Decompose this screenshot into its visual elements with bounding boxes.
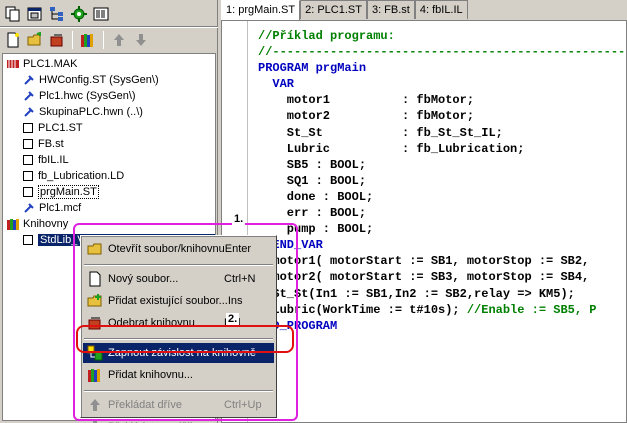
tree-item-plc1-st[interactable]: PLC1.ST xyxy=(23,120,83,136)
code-line: motor1 : fbMotor; xyxy=(258,93,475,108)
arrow-up-icon[interactable] xyxy=(109,30,129,50)
code-line: Lubric : fb_Lubrication; xyxy=(258,141,525,156)
code-line: SQ1 : BOOL; xyxy=(258,173,367,188)
tab-prgmain[interactable]: 1: prgMain.ST xyxy=(221,0,301,20)
tree-item-hwn[interactable]: SkupinaPLC.hwn (..\) xyxy=(23,104,143,120)
file-toolbar xyxy=(0,28,218,52)
file-icon xyxy=(23,171,33,181)
file-icon xyxy=(23,123,33,133)
tab-fbil[interactable]: 4: fbIL.IL xyxy=(414,0,468,19)
tree-item-label: Plc1.hwc (SysGen\) xyxy=(39,90,136,102)
code-line: //--------------------------------------… xyxy=(258,45,626,60)
tree-item-label: PLC1.ST xyxy=(38,122,83,134)
tree-libraries-label: Knihovny xyxy=(23,218,69,230)
tree-item-label: SkupinaPLC.hwn (..\) xyxy=(39,106,143,118)
file-icon xyxy=(23,155,33,165)
tree-icon[interactable] xyxy=(47,4,67,24)
tree-item-label: FB.st xyxy=(38,138,64,150)
tree-item-label: prgMain.ST xyxy=(38,185,99,199)
copy-files-icon[interactable] xyxy=(3,4,23,24)
export-icon[interactable] xyxy=(47,30,67,50)
annotation-step-2: 2. xyxy=(226,313,240,325)
annotation-box-highlight xyxy=(76,325,294,353)
toolbar-separator xyxy=(103,31,104,49)
code-line: SB5 : BOOL; xyxy=(258,157,367,172)
tree-item-fb-lubrication[interactable]: fb_Lubrication.LD xyxy=(23,168,124,184)
open-folder-icon[interactable] xyxy=(25,30,45,50)
tree-item-mcf[interactable]: Plc1.mcf xyxy=(23,200,81,216)
tree-item-label: fbIL.IL xyxy=(38,154,69,166)
tab-fb[interactable]: 3: FB.st xyxy=(366,0,415,19)
editor-tabs: 1: prgMain.ST 2: PLC1.ST 3: FB.st 4: fbI… xyxy=(221,0,468,20)
pin-icon xyxy=(23,106,35,118)
code-line: done : BOOL; xyxy=(258,189,374,204)
toolbar-separator xyxy=(72,31,73,49)
file-icon xyxy=(23,187,33,197)
tree-item-prgmain[interactable]: prgMain.ST xyxy=(23,184,99,200)
tree-root-label: PLC1.MAK xyxy=(23,58,78,70)
arrow-down-icon[interactable] xyxy=(131,30,151,50)
code-line: motor1( motorStart := SB1, motorStop := … xyxy=(258,254,590,269)
new-file-icon[interactable] xyxy=(3,30,23,50)
code-line: pump : BOOL; xyxy=(258,222,374,237)
tree-item-label: Plc1.mcf xyxy=(39,202,82,214)
code-line: St_St(In1 := SB1,In2 := SB2,relay => KM5… xyxy=(258,286,575,301)
window-icon[interactable] xyxy=(25,4,45,24)
code-line: //Příklad programu: xyxy=(258,29,395,43)
tree-item-fb-st[interactable]: FB.st xyxy=(23,136,64,152)
settings-gear-icon[interactable] xyxy=(69,4,89,24)
code-line: VAR xyxy=(258,77,295,92)
code-text: //Příklad programu: //-------------------… xyxy=(258,28,625,334)
tree-root[interactable]: PLC1.MAK xyxy=(7,56,77,72)
annotation-box-menu xyxy=(73,223,298,421)
code-line: err : BOOL; xyxy=(258,206,367,221)
annotation-step-1: 1. xyxy=(232,213,246,225)
tree-libraries[interactable]: Knihovny xyxy=(7,216,68,232)
books-icon[interactable] xyxy=(78,30,98,50)
code-line: END_VAR xyxy=(258,238,323,253)
pin-icon xyxy=(23,74,35,86)
tab-plc1[interactable]: 2: PLC1.ST xyxy=(300,0,367,19)
tree-item-label: fb_Lubrication.LD xyxy=(38,170,125,182)
code-line: Lubric(WorkTime := t#10s); //Enable := S… xyxy=(258,302,597,317)
tree-item-fbil[interactable]: fbIL.IL xyxy=(23,152,69,168)
library-icon[interactable] xyxy=(91,4,111,24)
tree-item-label: HWConfig.ST (SysGen\) xyxy=(39,74,159,86)
file-icon xyxy=(23,139,33,149)
pin-icon xyxy=(23,90,35,102)
code-line: PROGRAM prgMain xyxy=(258,61,367,76)
file-icon xyxy=(23,235,33,245)
code-line: motor2( motorStart := SB3, motorStop := … xyxy=(258,270,590,285)
tree-item-hwc[interactable]: Plc1.hwc (SysGen\) xyxy=(23,88,136,104)
pin-icon xyxy=(23,202,35,214)
code-line: St_St : fb_St_St_IL; xyxy=(258,125,503,140)
books-icon xyxy=(7,218,19,230)
project-toolbar xyxy=(0,2,218,26)
code-line: END_PROGRAM xyxy=(258,318,338,333)
tree-item-hwconfig[interactable]: HWConfig.ST (SysGen\) xyxy=(23,72,159,88)
code-line: motor2 : fbMotor; xyxy=(258,109,475,124)
plc-icon xyxy=(7,58,19,70)
